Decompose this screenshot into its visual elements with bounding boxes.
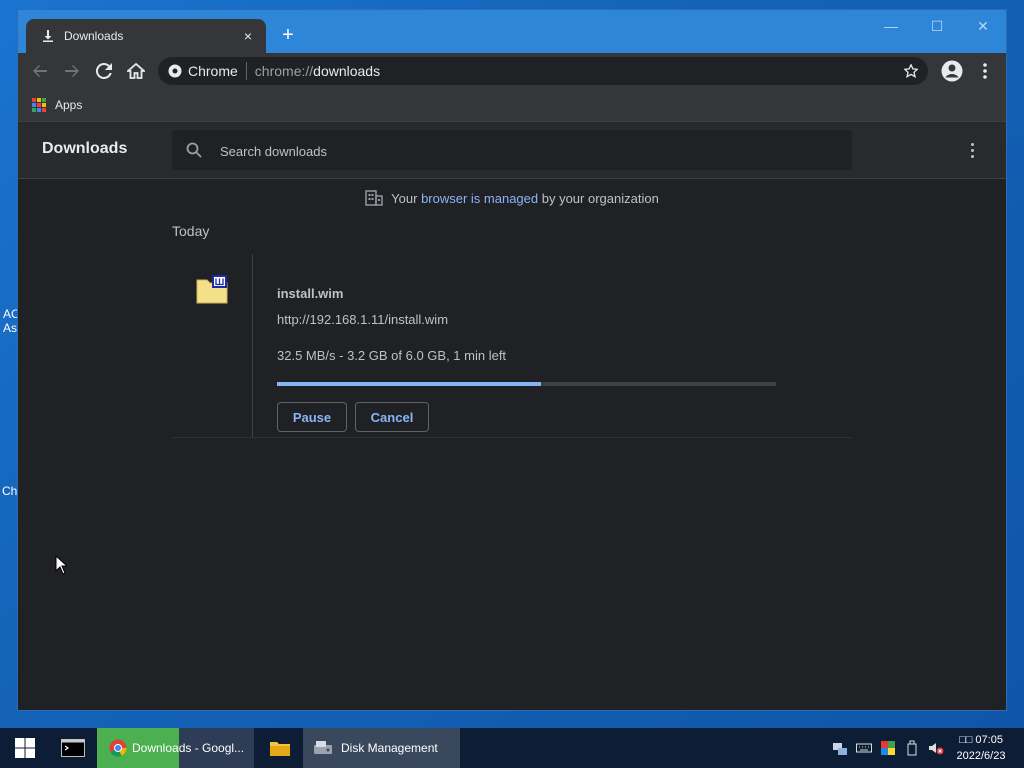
- download-status: 32.5 MB/s - 3.2 GB of 6.0 GB, 1 min left: [277, 348, 507, 363]
- star-icon[interactable]: [904, 64, 918, 78]
- browser-toolbar: Chrome chrome:// downloads: [18, 53, 1006, 89]
- url-path: downloads: [313, 63, 381, 79]
- wim-file-icon: [196, 275, 228, 304]
- close-window-button[interactable]: ✕: [968, 18, 998, 38]
- downloads-header: Downloads: [18, 122, 1006, 179]
- disk-icon: [313, 739, 333, 757]
- tab-close-icon[interactable]: ×: [238, 28, 258, 44]
- building-icon: [365, 190, 383, 209]
- managed-prefix: Your: [391, 190, 422, 206]
- display-color-icon[interactable]: [880, 740, 896, 756]
- search-icon: [186, 142, 202, 158]
- cancel-button[interactable]: Cancel: [355, 402, 429, 432]
- omnibox-separator: [245, 62, 247, 80]
- taskbar-disk-management[interactable]: Disk Management: [303, 728, 460, 768]
- minimize-button[interactable]: —: [876, 18, 906, 38]
- mouse-cursor-icon: [55, 555, 67, 575]
- taskbar-terminal[interactable]: [58, 728, 88, 768]
- apps-grid-icon[interactable]: [32, 98, 46, 112]
- network-icon[interactable]: [832, 740, 848, 756]
- chrome-icon: [168, 64, 182, 78]
- forward-button[interactable]: [60, 59, 84, 83]
- omnibox-chip: Chrome: [188, 63, 238, 79]
- download-progress-fill: [277, 382, 542, 386]
- taskbar: Downloads - Googl... Disk Management □□ …: [0, 728, 1024, 768]
- download-filename[interactable]: install.wim: [277, 286, 343, 301]
- title-bar: Downloads × + — ☐ ✕: [18, 10, 1006, 53]
- managed-notice: Your browser is managed by your organiza…: [18, 190, 1006, 210]
- address-bar[interactable]: Chrome chrome:// downloads: [158, 57, 928, 85]
- home-icon: [127, 62, 145, 79]
- download-icon-column: [172, 254, 253, 437]
- taskbar-file-explorer[interactable]: [265, 728, 295, 768]
- folder-icon: [270, 742, 290, 756]
- profile-button[interactable]: [940, 59, 964, 83]
- more-vertical-icon: [983, 63, 987, 79]
- apps-bookmark[interactable]: Apps: [55, 98, 82, 112]
- chrome-window: Downloads × + — ☐ ✕ Chrome chrome:// dow…: [18, 10, 1006, 710]
- download-icon: [40, 28, 56, 44]
- home-button[interactable]: [124, 59, 148, 83]
- browser-menu-button[interactable]: [973, 59, 997, 83]
- downloads-menu-icon[interactable]: [962, 140, 982, 160]
- maximize-button[interactable]: ☐: [922, 18, 952, 38]
- managed-suffix: by your organization: [538, 190, 659, 206]
- usb-drive-icon[interactable]: [904, 740, 920, 756]
- keyboard-icon[interactable]: [856, 740, 872, 756]
- clock-time: □□ 07:05: [959, 734, 1003, 746]
- windows-logo-icon: [15, 738, 35, 758]
- start-button[interactable]: [10, 728, 40, 768]
- page-title: Downloads: [42, 140, 128, 157]
- account-icon: [941, 60, 963, 82]
- volume-muted-icon[interactable]: [928, 740, 944, 756]
- system-clock[interactable]: □□ 07:05 2022/6/23: [948, 732, 1014, 764]
- back-arrow-icon: [33, 65, 47, 77]
- tab-title: Downloads: [64, 29, 124, 43]
- back-button[interactable]: [28, 59, 52, 83]
- section-label-today: Today: [172, 223, 210, 239]
- bookmarks-bar: Apps: [18, 89, 1006, 122]
- managed-link[interactable]: browser is managed: [421, 191, 538, 206]
- desktop-icon-label-2[interactable]: Ch: [2, 484, 17, 498]
- taskbar-chrome[interactable]: Downloads - Googl...: [97, 728, 254, 768]
- reload-icon: [96, 63, 112, 79]
- download-item: install.wim http://192.168.1.11/install.…: [172, 254, 852, 438]
- tab-downloads[interactable]: Downloads ×: [26, 19, 266, 53]
- forward-arrow-icon: [65, 65, 79, 77]
- pause-button[interactable]: Pause: [277, 402, 347, 432]
- url-scheme: chrome://: [254, 63, 314, 79]
- new-tab-button[interactable]: +: [278, 24, 298, 46]
- reload-button[interactable]: [92, 59, 116, 83]
- chrome-logo-icon: [109, 739, 127, 757]
- taskbar-chrome-label: Downloads - Googl...: [132, 741, 245, 755]
- download-url[interactable]: http://192.168.1.11/install.wim: [277, 312, 448, 327]
- search-input[interactable]: [218, 138, 822, 164]
- download-progress-bar: [277, 382, 776, 386]
- search-box[interactable]: [172, 130, 852, 170]
- clock-date: 2022/6/23: [956, 750, 1006, 762]
- terminal-icon: [61, 739, 85, 757]
- taskbar-disk-label: Disk Management: [341, 741, 438, 755]
